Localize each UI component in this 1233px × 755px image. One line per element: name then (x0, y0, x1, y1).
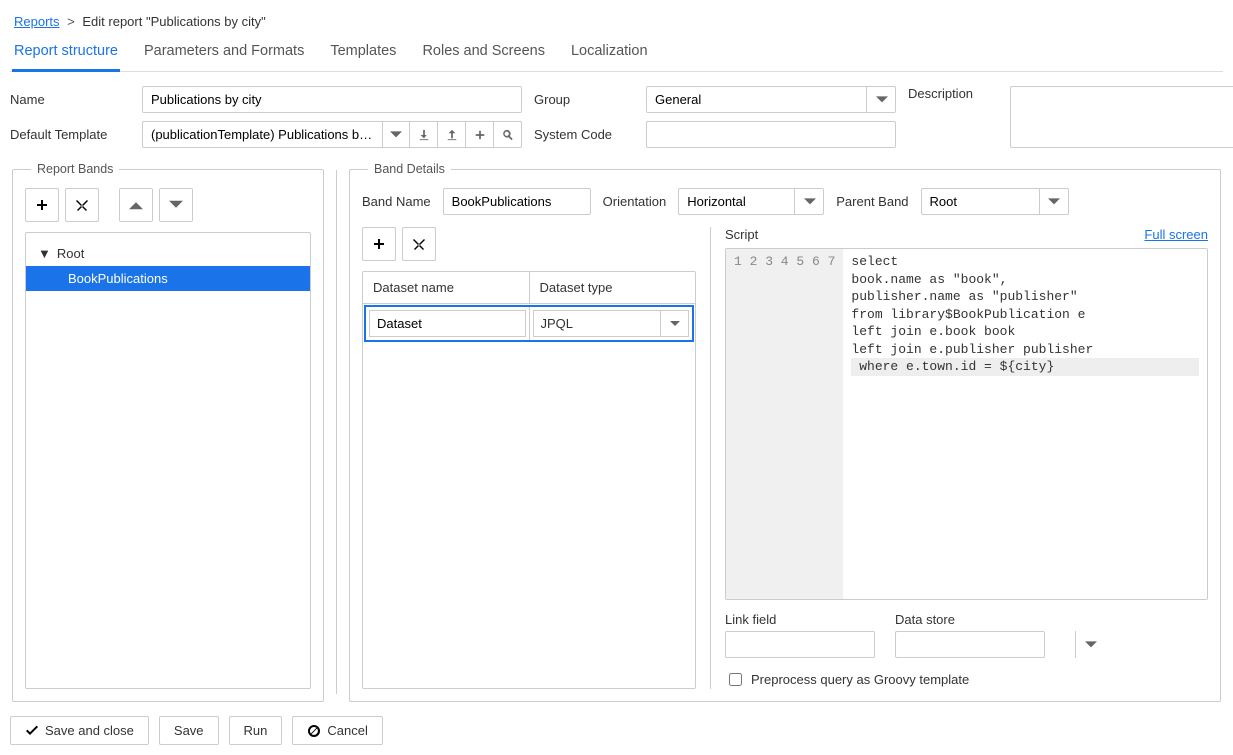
breadcrumb-root-link[interactable]: Reports (14, 14, 60, 29)
script-label: Script (725, 227, 758, 242)
tab-roles-screens[interactable]: Roles and Screens (420, 37, 547, 71)
band-name-input[interactable] (443, 188, 591, 215)
save-button[interactable]: Save (159, 716, 219, 745)
move-up-button[interactable] (119, 188, 153, 222)
cancel-button[interactable]: Cancel (292, 716, 382, 745)
run-button[interactable]: Run (229, 716, 283, 745)
bands-tree[interactable]: ▼ Root BookPublications (25, 232, 311, 689)
orientation-select[interactable] (678, 188, 824, 215)
plus-icon[interactable] (466, 121, 494, 148)
description-textarea[interactable] (1010, 86, 1233, 148)
data-store-select-input[interactable] (895, 631, 1045, 658)
full-screen-link[interactable]: Full screen (1144, 227, 1208, 242)
group-select[interactable] (646, 86, 896, 113)
data-store-select[interactable] (895, 631, 1105, 658)
default-template-input[interactable] (142, 121, 382, 148)
chevron-down-icon[interactable] (866, 86, 896, 113)
tree-item-label: Root (57, 246, 84, 261)
tree-item-label: BookPublications (68, 271, 168, 286)
chevron-down-icon[interactable] (1039, 188, 1069, 215)
cancel-label: Cancel (327, 723, 367, 738)
preprocess-checkbox[interactable] (729, 673, 742, 686)
save-and-close-label: Save and close (45, 723, 134, 738)
dataset-type-select[interactable]: JPQL (533, 310, 690, 337)
parent-band-label: Parent Band (836, 194, 908, 209)
breadcrumb-separator: > (67, 14, 75, 29)
chevron-down-icon[interactable] (660, 311, 688, 336)
default-template-combo (142, 121, 522, 148)
editor-code[interactable]: select book.name as "book", publisher.na… (843, 249, 1207, 599)
add-band-button[interactable] (25, 188, 59, 222)
breadcrumb-current: Edit report "Publications by city" (82, 14, 265, 29)
add-dataset-button[interactable] (362, 227, 396, 261)
check-icon (25, 724, 39, 738)
panel-divider (336, 170, 337, 694)
table-row[interactable]: JPQL (364, 305, 694, 342)
form-grid: Name Group Description Default Template … (10, 86, 1223, 148)
script-editor[interactable]: 1 2 3 4 5 6 7 select book.name as "book"… (725, 248, 1208, 600)
ban-icon (307, 724, 321, 738)
run-label: Run (244, 723, 268, 738)
dataset-table: Dataset name Dataset type JPQL (362, 271, 696, 689)
chevron-down-icon[interactable] (794, 188, 824, 215)
chevron-down-icon[interactable] (382, 121, 410, 148)
band-name-label: Band Name (362, 194, 431, 209)
report-bands-legend: Report Bands (31, 162, 119, 176)
dataset-type-value: JPQL (534, 311, 661, 336)
save-label: Save (174, 723, 204, 738)
editor-gutter: 1 2 3 4 5 6 7 (726, 249, 843, 599)
tree-item-bookpublications[interactable]: BookPublications (26, 266, 310, 291)
tab-localization[interactable]: Localization (569, 37, 650, 71)
dataset-name-input[interactable] (369, 310, 526, 337)
name-label: Name (10, 92, 130, 107)
system-code-label: System Code (534, 127, 634, 142)
report-bands-panel: Report Bands ▼ Root BookPublications (12, 162, 324, 702)
name-input[interactable] (142, 86, 522, 113)
download-icon[interactable] (410, 121, 438, 148)
tabs: Report structure Parameters and Formats … (10, 37, 1223, 72)
remove-band-button[interactable] (65, 188, 99, 222)
search-icon[interactable] (494, 121, 522, 148)
band-details-panel: Band Details Band Name Orientation Paren… (349, 162, 1221, 702)
save-and-close-button[interactable]: Save and close (10, 716, 149, 745)
group-label: Group (534, 92, 634, 107)
chevron-down-icon[interactable] (1075, 631, 1105, 658)
tab-report-structure[interactable]: Report structure (12, 37, 120, 72)
dataset-type-header[interactable]: Dataset type (530, 272, 696, 303)
description-label: Description (908, 86, 998, 101)
tab-parameters-formats[interactable]: Parameters and Formats (142, 37, 306, 71)
tab-templates[interactable]: Templates (328, 37, 398, 71)
upload-icon[interactable] (438, 121, 466, 148)
parent-band-select[interactable] (921, 188, 1069, 215)
dataset-name-header[interactable]: Dataset name (363, 272, 530, 303)
orientation-label: Orientation (603, 194, 667, 209)
move-down-button[interactable] (159, 188, 193, 222)
breadcrumb: Reports > Edit report "Publications by c… (10, 10, 1223, 37)
preprocess-label: Preprocess query as Groovy template (751, 672, 969, 687)
link-field-input[interactable] (725, 631, 875, 658)
link-field-label: Link field (725, 612, 875, 627)
remove-dataset-button[interactable] (402, 227, 436, 261)
footer-buttons: Save and close Save Run Cancel (10, 716, 1223, 745)
inner-divider (710, 227, 711, 689)
default-template-label: Default Template (10, 127, 130, 142)
group-select-input[interactable] (646, 86, 896, 113)
tree-item-root[interactable]: ▼ Root (26, 241, 310, 266)
band-details-legend: Band Details (368, 162, 451, 176)
data-store-label: Data store (895, 612, 1105, 627)
system-code-input[interactable] (646, 121, 896, 148)
caret-down-icon: ▼ (38, 246, 51, 261)
